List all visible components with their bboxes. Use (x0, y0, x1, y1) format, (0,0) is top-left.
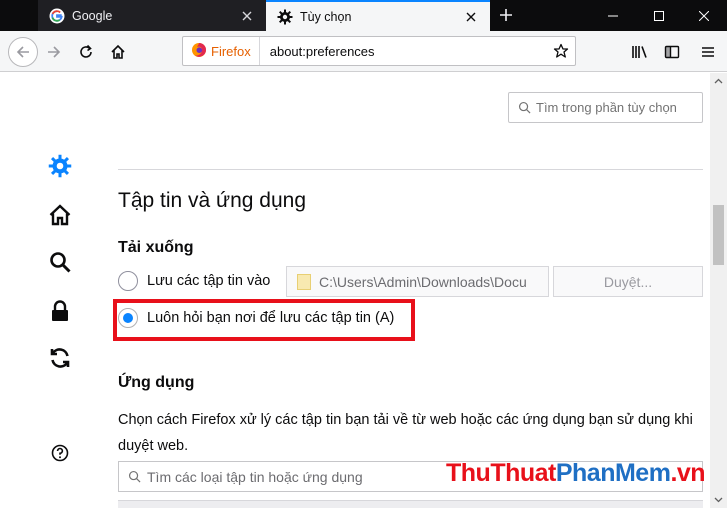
tab-label: Tùy chọn (300, 9, 352, 24)
scroll-up-icon[interactable] (714, 77, 723, 86)
url-bar[interactable]: Firefox about:preferences (182, 36, 576, 66)
scrollbar-thumb[interactable] (713, 205, 724, 265)
download-folder-field: C:\Users\Admin\Downloads\Docu (286, 266, 549, 297)
bookmark-star-icon[interactable] (547, 43, 575, 59)
watermark-logo: ThuThuatPhanMem.vn (446, 459, 706, 488)
search-icon (518, 101, 531, 114)
home-icon[interactable] (46, 201, 74, 229)
downloads-heading: Tải xuống (118, 239, 194, 256)
watermark-part: ThuThuat (446, 459, 556, 487)
reload-button[interactable] (72, 38, 100, 66)
gear-icon[interactable] (46, 152, 74, 180)
watermark-part: .vn (670, 459, 706, 487)
filter-placeholder: Tìm các loại tập tin hoặc ứng dụng (147, 468, 363, 485)
download-folder-path: C:\Users\Admin\Downloads\Docu (319, 273, 527, 290)
tab-label: Google (72, 8, 113, 23)
tab-preferences[interactable]: Tùy chọn (266, 0, 490, 31)
browse-button[interactable]: Duyệt... (553, 266, 703, 297)
folder-icon (297, 273, 311, 290)
maximize-button[interactable] (636, 0, 682, 31)
section-divider (118, 169, 703, 170)
firefox-logo-icon (191, 42, 207, 61)
save-to-radio[interactable] (118, 271, 138, 291)
preferences-page: Tìm trong phần tùy chọn Tập tin và ứng d… (0, 73, 727, 508)
search-icon[interactable] (46, 248, 74, 276)
vertical-scrollbar[interactable] (710, 73, 727, 508)
lock-icon[interactable] (46, 297, 74, 325)
search-icon (128, 470, 141, 483)
gear-icon (276, 8, 294, 26)
preferences-search-input[interactable]: Tìm trong phần tùy chọn (508, 92, 703, 123)
watermark-part: PhanMem (555, 459, 671, 487)
section-title: Tập tin và ứng dụng (118, 189, 307, 212)
google-g-icon (48, 7, 66, 25)
tab-strip: Google Tùy chọn (0, 0, 727, 31)
menu-button[interactable] (694, 38, 722, 66)
home-button[interactable] (104, 38, 132, 66)
save-to-label: Lưu các tập tin vào (147, 273, 271, 289)
applications-heading: Ứng dụng (118, 374, 195, 391)
identity-label: Firefox (211, 43, 251, 59)
back-button[interactable] (8, 37, 38, 67)
highlight-box (113, 299, 415, 341)
library-button[interactable] (626, 38, 654, 66)
search-placeholder: Tìm trong phần tùy chọn (536, 100, 677, 115)
applications-description: Chọn cách Firefox xử lý các tập tin bạn … (118, 412, 693, 454)
close-window-button[interactable] (681, 0, 727, 31)
scroll-down-icon[interactable] (714, 495, 723, 504)
forward-button[interactable] (40, 38, 68, 66)
sidebar-toggle-button[interactable] (658, 38, 686, 66)
help-icon[interactable] (46, 439, 74, 467)
close-tab-icon[interactable] (460, 6, 482, 28)
close-tab-icon[interactable] (236, 5, 258, 27)
applications-table-header (118, 500, 703, 508)
url-text[interactable]: about:preferences (270, 44, 547, 59)
tab-google[interactable]: Google (38, 0, 266, 31)
new-tab-button[interactable] (494, 3, 518, 27)
sync-icon[interactable] (46, 344, 74, 372)
identity-box[interactable]: Firefox (183, 37, 260, 65)
navigation-toolbar: Firefox about:preferences (0, 31, 727, 72)
save-to-radio-option[interactable]: Lưu các tập tin vào (118, 271, 270, 291)
minimize-button[interactable] (590, 0, 636, 31)
